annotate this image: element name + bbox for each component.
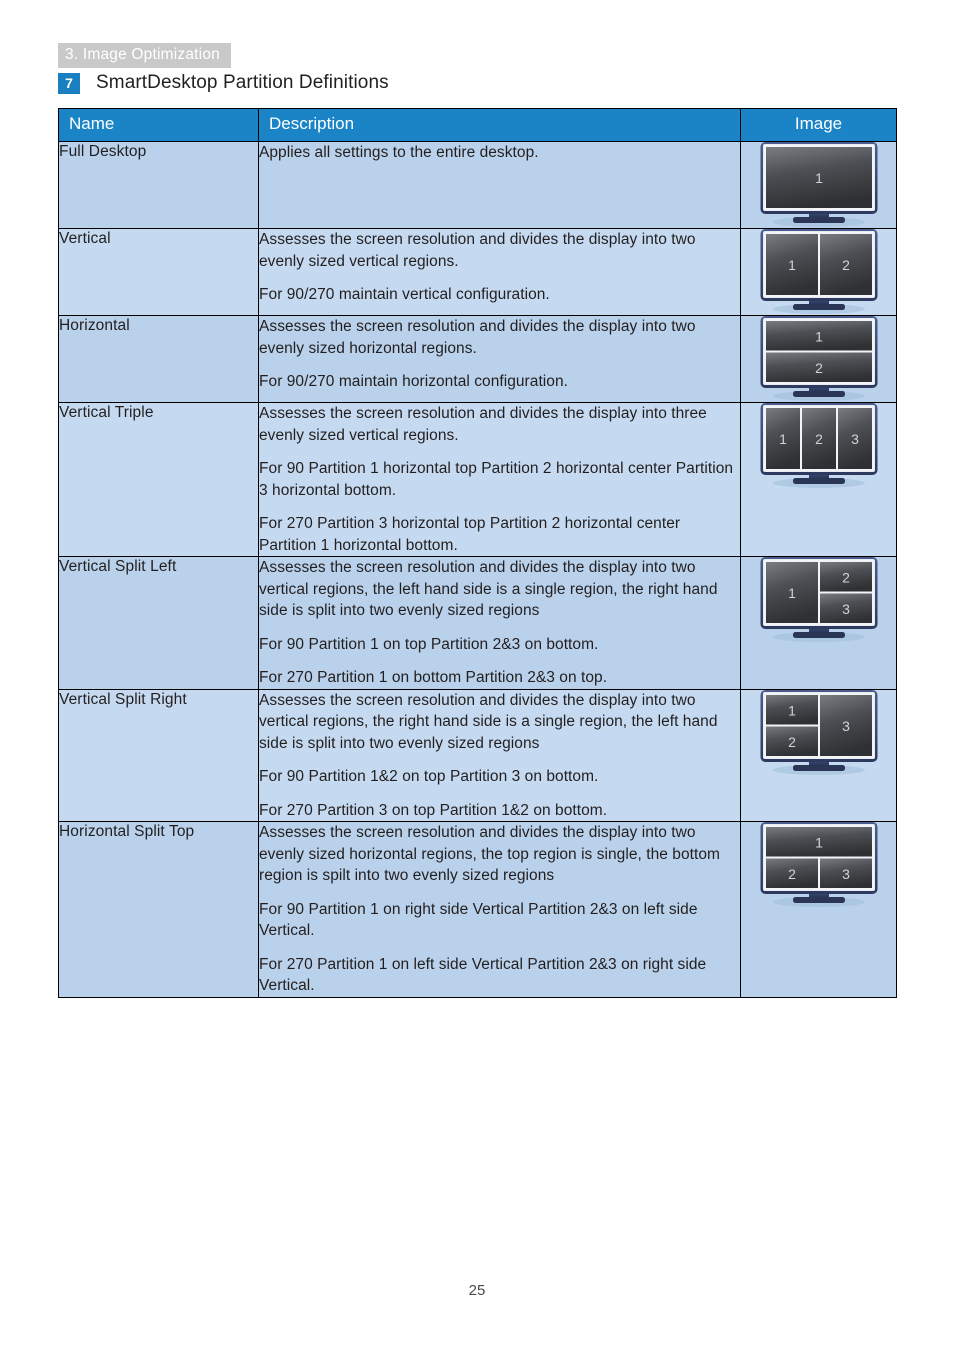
description-paragraph: For 90/270 maintain vertical configurati… [259,286,550,303]
description-paragraph: For 90 Partition 1 on right side Vertica… [259,900,698,940]
partition-definitions-table: Name Description Image Full Desktop Appli… [58,108,897,998]
description-paragraph: Assesses the screen resolution and divid… [259,559,718,619]
svg-text:1: 1 [815,170,823,186]
svg-text:2: 2 [788,733,796,749]
partition-image-cell: 1 2 3 [740,556,897,690]
svg-text:3: 3 [842,718,850,734]
monitor-partition-vertical-triple-icon: 1 2 3 [741,403,896,489]
partition-name-cell: Full Desktop [58,141,259,229]
partition-description-cell: Assesses the screen resolution and divid… [258,315,741,403]
svg-text:3: 3 [842,601,850,617]
description-paragraph: For 270 Partition 3 horizontal top Parti… [259,515,681,554]
description-paragraph: For 270 Partition 3 on top Partition 1&2… [259,801,608,819]
description-paragraph: For 90 Partition 1 on top Partition 2&3 … [259,635,599,653]
page-number: 25 [468,1282,486,1299]
description-paragraph: Assesses the screen resolution and divid… [259,231,696,270]
monitor-partition-vertical-icon: 12 [741,229,896,315]
partition-image-cell: 12 [740,315,897,403]
svg-text:2: 2 [815,431,823,447]
svg-text:2: 2 [788,866,796,882]
svg-text:1: 1 [779,431,787,447]
svg-text:1: 1 [788,585,796,601]
description-paragraph: For 90 Partition 1 horizontal top Partit… [259,460,734,499]
partition-name-cell: Horizontal [58,315,259,403]
partition-description-cell: Assesses the screen resolution and divid… [258,228,741,316]
partition-image-cell: 1 2 3 [740,688,897,822]
chapter-running-head: 3. Image Optimization [58,43,231,68]
table-row: Full Desktop Applies all settings to the … [58,141,897,229]
table-header-row: Name Description Image [58,108,897,142]
table-row: Vertical Triple Assesses the screen resol… [58,402,897,557]
svg-text:2: 2 [842,257,850,273]
page-title: SmartDesktop Partition Definitions [96,72,389,93]
monitor-partition-vertical-split-right-icon: 1 2 3 [741,689,896,776]
monitor-partition-horizontal-split-top-icon: 1 2 3 [741,822,896,908]
description-paragraph: For 270 Partition 1 on bottom Partition … [259,669,608,686]
partition-description-cell: Assesses the screen resolution and divid… [258,402,741,557]
table-row: Horizontal Assesses the screen resolution… [58,315,897,403]
svg-text:2: 2 [815,360,823,376]
partition-image-cell: 1 2 3 [740,821,897,998]
column-header-image: Image [740,108,897,142]
svg-text:1: 1 [788,257,796,273]
partition-definitions-table-wrapper: Name Description Image Full Desktop Appli… [58,108,897,998]
column-header-description: Description [258,108,741,142]
monitor-partition-full-desktop-icon: 1 [741,142,896,228]
description-paragraph: Assesses the screen resolution and divid… [259,318,696,357]
table-row: Vertical Split Left Assesses the screen r… [58,556,897,690]
svg-text:1: 1 [788,702,796,718]
partition-description-cell: Assesses the screen resolution and divid… [258,821,741,998]
section-number-badge: 7 [58,72,80,94]
partition-name-cell: Vertical [58,228,259,316]
svg-text:1: 1 [815,328,823,344]
monitor-partition-vertical-split-left-icon: 1 2 3 [741,557,896,643]
description-paragraph: Assesses the screen resolution and divid… [259,691,718,752]
partition-name-cell: Vertical Split Right [58,688,259,822]
partition-description-cell: Assesses the screen resolution and divid… [258,556,741,690]
svg-text:3: 3 [842,866,850,882]
table-row: Vertical Assesses the screen resolution a… [58,228,897,316]
table-body: Full Desktop Applies all settings to the … [58,141,897,998]
partition-image-cell: 1 2 3 [740,402,897,557]
svg-text:3: 3 [851,431,859,447]
description-paragraph: For 90 Partition 1&2 on top Partition 3 … [259,768,599,785]
partition-name-cell: Horizontal Split Top [58,821,259,998]
partition-description-cell: Assesses the screen resolution and divid… [258,688,741,822]
partition-description-cell: Applies all settings to the entire deskt… [258,141,741,229]
description-paragraph: For 270 Partition 1 on left side Vertica… [259,955,707,995]
partition-image-cell: 1 [740,141,897,229]
description-paragraph: Assesses the screen resolution and divid… [259,405,707,444]
column-header-name: Name [58,108,259,142]
description-paragraph: For 90/270 maintain horizontal configura… [259,373,568,390]
description-paragraph: Assesses the screen resolution and divid… [259,824,720,884]
table-row: Horizontal Split Top Assesses the screen … [58,821,897,998]
partition-image-cell: 12 [740,228,897,316]
partition-name-cell: Vertical Triple [58,402,259,557]
svg-text:1: 1 [815,834,823,850]
table-row: Vertical Split Right Assesses the screen … [58,688,897,822]
svg-text:2: 2 [842,569,850,585]
section-heading: 7 SmartDesktop Partition Definitions [58,72,389,94]
partition-name-cell: Vertical Split Left [58,556,259,690]
description-paragraph: Applies all settings to the entire deskt… [259,144,539,161]
monitor-partition-horizontal-icon: 12 [741,316,896,402]
